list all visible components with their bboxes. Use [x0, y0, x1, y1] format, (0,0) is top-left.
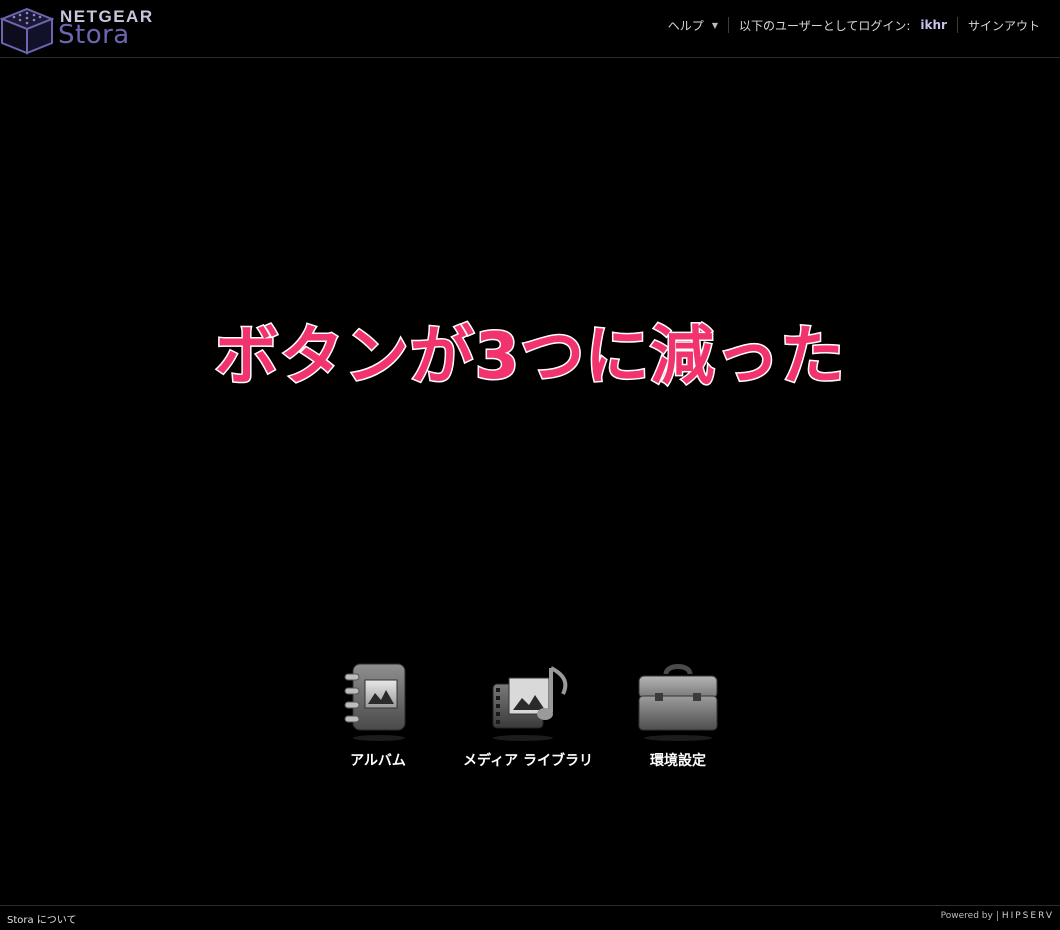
header-bar: NETGEAR Stora ヘルプ ▼ 以下のユーザーとしてログイン: ikhr… — [0, 0, 1060, 58]
about-stora-link[interactable]: Stora について — [7, 911, 77, 926]
album-icon — [344, 663, 406, 741]
powered-by: Powered by HIPSERV — [941, 911, 1054, 921]
preferences-label: 環境設定 — [650, 753, 706, 769]
album-label: アルバム — [350, 753, 406, 769]
login-prefix: 以下のユーザーとしてログイン: — [738, 18, 911, 33]
netgear-stora-logo[interactable]: NETGEAR Stora — [0, 3, 170, 55]
product-text: Stora — [58, 20, 130, 50]
hipserv-logo: HIPSERV — [1001, 911, 1054, 921]
album-button[interactable]: アルバム — [298, 660, 458, 770]
help-label: ヘルプ — [667, 18, 704, 33]
media-library-button[interactable]: メディア ライブラリ — [448, 660, 608, 770]
media-library-label: メディア ライブラリ — [463, 753, 593, 769]
signout-label: サインアウト — [967, 18, 1040, 33]
divider — [996, 911, 998, 921]
username: ikhr — [920, 18, 947, 32]
overlay-caption: ボタンが3つに減った — [213, 319, 846, 396]
top-nav: ヘルプ ▼ 以下のユーザーとしてログイン: ikhr サインアウト — [658, 16, 1050, 34]
signout-link[interactable]: サインアウト — [958, 17, 1050, 33]
footer-bar: Stora について Powered by HIPSERV — [0, 905, 1060, 930]
login-status: 以下のユーザーとしてログイン: ikhr — [729, 17, 957, 33]
preferences-button[interactable]: 環境設定 — [598, 660, 758, 770]
powered-by-label: Powered by — [940, 911, 993, 921]
media-library-icon — [492, 666, 568, 741]
stora-home-page: NETGEAR Stora ヘルプ ▼ 以下のユーザーとしてログイン: ikhr… — [0, 0, 1060, 930]
app-launcher-row: アルバム メディア ライブラリ 環境設定 — [0, 660, 1060, 780]
cube-logo-icon — [0, 7, 54, 55]
help-menu[interactable]: ヘルプ ▼ — [658, 17, 728, 33]
toolbox-icon — [638, 664, 718, 741]
chevron-down-icon: ▼ — [711, 20, 718, 30]
